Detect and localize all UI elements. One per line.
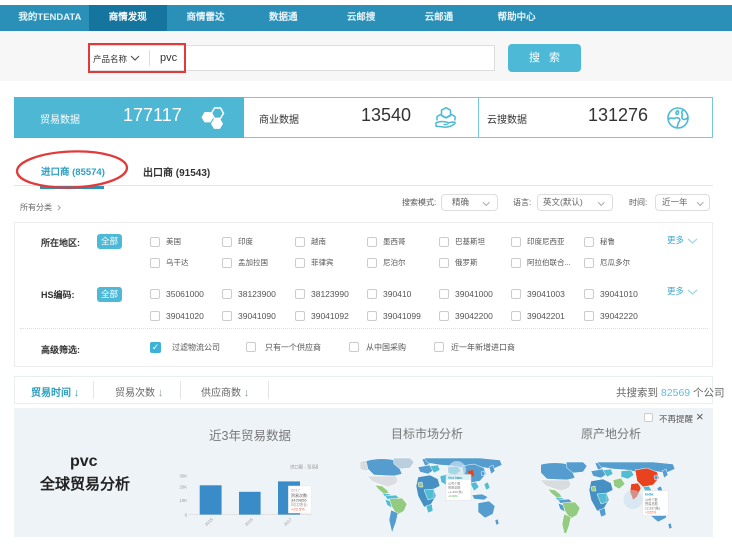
- svg-text:Viet Nam: Viet Nam: [448, 476, 462, 480]
- svg-text:10K: 10K: [180, 498, 188, 503]
- svg-text:2015: 2015: [204, 516, 215, 527]
- svg-text:-2.02%: -2.02%: [448, 494, 458, 498]
- svg-text:2016: 2016: [244, 516, 255, 527]
- svg-text:+23.5%: +23.5%: [291, 507, 305, 512]
- svg-text:India: India: [645, 493, 654, 497]
- svg-text:20K: 20K: [180, 485, 188, 490]
- svg-text:+3.52%: +3.52%: [645, 511, 656, 515]
- svg-text:2017: 2017: [283, 516, 294, 527]
- svg-text:30K: 30K: [180, 474, 188, 479]
- svg-text:0: 0: [185, 513, 188, 518]
- svg-text:进口额 - 贸易额: 进口额 - 贸易额: [290, 464, 318, 471]
- svg-text:2017: 2017: [291, 488, 301, 493]
